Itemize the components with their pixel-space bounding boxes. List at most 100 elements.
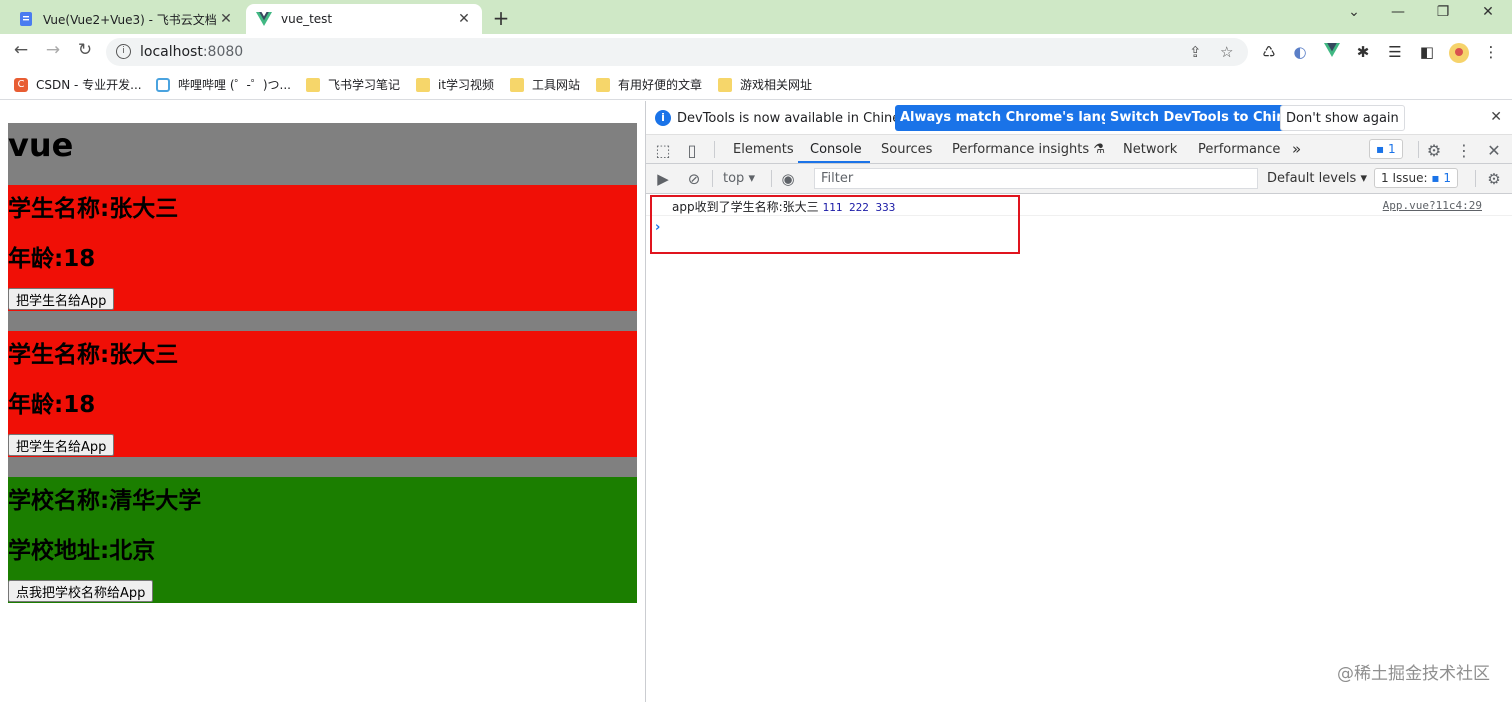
console-filter-input[interactable]: Filter	[814, 168, 1258, 189]
side-panel-icon[interactable]: ◧	[1417, 43, 1437, 61]
device-toolbar-icon[interactable]: ▯	[683, 141, 701, 160]
issues-counter-button[interactable]: 1 Issue: ▪ 1	[1374, 168, 1458, 188]
more-options-kebab-icon[interactable]: ⋮	[1455, 141, 1473, 160]
bookmarks-bar: C CSDN - 专业开发... 哔哩哔哩 (゜-゜)つ... 飞书学习笔记 it…	[0, 70, 1512, 100]
close-devtools-icon[interactable]: ✕	[1485, 141, 1503, 160]
extension-icon[interactable]: ◐	[1290, 43, 1310, 61]
tab-network[interactable]: Network	[1123, 142, 1177, 157]
back-button[interactable]: ←	[10, 40, 32, 60]
flask-icon: ⚗	[1093, 142, 1105, 157]
browser-toolbar: ← → ↻ i localhost:8080 ⇪ ☆ ♺ ◐ ✱ ☰ ◧ ⋮	[0, 34, 1512, 70]
divider	[771, 170, 772, 187]
bookmark-it-videos[interactable]: it学习视频	[416, 76, 494, 93]
more-tabs-chevron-icon[interactable]: »	[1292, 140, 1301, 158]
tab-console[interactable]: Console	[810, 142, 862, 157]
live-expression-eye-icon[interactable]: ◉	[779, 170, 797, 188]
bookmark-feishu-notes[interactable]: 飞书学习笔记	[306, 76, 400, 93]
extensions-puzzle-icon[interactable]: ✱	[1353, 43, 1373, 61]
folder-icon	[306, 77, 320, 92]
bookmark-csdn[interactable]: C CSDN - 专业开发...	[14, 76, 142, 93]
minimize-button[interactable]: —	[1378, 4, 1418, 20]
window-close-button[interactable]: ✕	[1468, 4, 1508, 20]
folder-icon	[510, 77, 524, 92]
school-component: 学校名称:清华大学 学校地址:北京 点我把学校名称给App	[8, 477, 637, 603]
divider	[714, 141, 715, 158]
tab-strip: Vue(Vue2+Vue3) - 飞书云文档 ✕ vue_test ✕ + ⌄ …	[0, 0, 1512, 34]
reload-button[interactable]: ↻	[74, 40, 96, 60]
vue-devtools-extension-icon[interactable]	[1322, 43, 1342, 61]
csdn-icon: C	[14, 77, 28, 92]
new-tab-button[interactable]: +	[490, 6, 512, 30]
url-text: localhost:8080	[140, 44, 244, 60]
tab-performance-insights[interactable]: Performance insights ⚗	[952, 142, 1105, 157]
tab-search-icon[interactable]: ⌄	[1334, 4, 1374, 20]
tab-elements[interactable]: Elements	[733, 142, 794, 157]
close-icon[interactable]: ✕	[1490, 109, 1502, 125]
recycle-extension-icon[interactable]: ♺	[1259, 43, 1279, 61]
folder-icon	[718, 77, 732, 92]
profile-avatar[interactable]	[1449, 43, 1469, 67]
bookmark-tools[interactable]: 工具网站	[510, 76, 580, 93]
info-icon: i	[655, 110, 671, 126]
console-toolbar: ▶ ⊘ top ▾ ◉ Filter Default levels ▾ 1 Is…	[646, 164, 1512, 194]
message-icon: ▪	[1376, 142, 1385, 156]
address-bar[interactable]: i localhost:8080 ⇪ ☆	[106, 38, 1248, 66]
close-icon[interactable]: ✕	[218, 11, 234, 27]
devtools-tab-bar: ⬚ ▯ Elements Console Sources Performance…	[646, 135, 1512, 164]
forward-button[interactable]: →	[42, 40, 64, 60]
tab-feishu-doc[interactable]: Vue(Vue2+Vue3) - 飞书云文档 ✕	[8, 4, 244, 34]
log-levels-dropdown[interactable]: Default levels ▾	[1267, 171, 1367, 186]
tab-title: vue_test	[281, 12, 333, 26]
student-age: 年龄:18	[8, 392, 96, 418]
tab-title: Vue(Vue2+Vue3) - 飞书云文档	[43, 12, 217, 27]
infobar-message: DevTools is now available in Chinese!	[677, 111, 921, 126]
info-icon[interactable]: i	[116, 44, 131, 59]
watermark: @稀土掘金技术社区	[1337, 664, 1490, 684]
tab-vue-test[interactable]: vue_test ✕	[246, 4, 482, 34]
dont-show-again-button[interactable]: Don't show again	[1280, 105, 1405, 131]
log-source-link[interactable]: App.vue?11c4:29	[1383, 199, 1482, 212]
send-school-name-button[interactable]: 点我把学校名称给App	[8, 580, 154, 602]
app-container: vue 学生名称:张大三 年龄:18 把学生名给App 学生名称:张大三 年龄:…	[8, 123, 637, 603]
active-tab-indicator	[798, 161, 870, 163]
context-selector[interactable]: top ▾	[723, 171, 755, 186]
app-heading: vue	[8, 126, 74, 164]
menu-kebab-icon[interactable]: ⋮	[1481, 43, 1501, 61]
divider	[1418, 141, 1419, 158]
send-student-name-button[interactable]: 把学生名给App	[8, 288, 115, 310]
folder-icon	[416, 77, 430, 92]
tab-performance[interactable]: Performance	[1198, 142, 1280, 157]
page-viewport: vue 学生名称:张大三 年龄:18 把学生名给App 学生名称:张大三 年龄:…	[0, 101, 645, 702]
console-output: app收到了学生名称:张大三 111 222 333 App.vue?11c4:…	[646, 194, 1512, 702]
clear-console-icon[interactable]: ⊘	[685, 170, 703, 188]
bookmark-bilibili[interactable]: 哔哩哔哩 (゜-゜)つ...	[156, 76, 291, 93]
divider	[1475, 170, 1476, 187]
school-name: 学校名称:清华大学	[8, 488, 202, 514]
message-icon: ▪	[1431, 171, 1440, 185]
inspect-element-icon[interactable]: ⬚	[654, 141, 672, 160]
close-icon[interactable]: ✕	[456, 11, 472, 27]
doc-icon	[18, 11, 34, 27]
bookmark-star-icon[interactable]: ☆	[1220, 43, 1233, 61]
student-component-1: 学生名称:张大三 年龄:18 把学生名给App	[8, 185, 637, 311]
student-name: 学生名称:张大三	[8, 342, 179, 368]
send-student-name-button[interactable]: 把学生名给App	[8, 434, 115, 456]
devtools-language-infobar: i DevTools is now available in Chinese! …	[646, 101, 1512, 135]
bilibili-icon	[156, 77, 170, 92]
bookmark-games[interactable]: 游戏相关网址	[718, 76, 812, 93]
restore-button[interactable]: ❐	[1423, 4, 1463, 20]
issues-badge[interactable]: ▪ 1	[1369, 139, 1403, 159]
divider	[712, 170, 713, 187]
reading-list-icon[interactable]: ☰	[1385, 43, 1405, 61]
console-settings-gear-icon[interactable]: ⚙	[1485, 170, 1503, 188]
show-sidebar-icon[interactable]: ▶	[654, 170, 672, 188]
devtools-panel: i DevTools is now available in Chinese! …	[645, 101, 1512, 702]
settings-gear-icon[interactable]: ⚙	[1425, 141, 1443, 160]
bookmark-articles[interactable]: 有用好便的文章	[596, 76, 702, 93]
student-age: 年龄:18	[8, 246, 96, 272]
tab-sources[interactable]: Sources	[881, 142, 932, 157]
school-address: 学校地址:北京	[8, 538, 156, 564]
share-icon[interactable]: ⇪	[1189, 43, 1202, 61]
